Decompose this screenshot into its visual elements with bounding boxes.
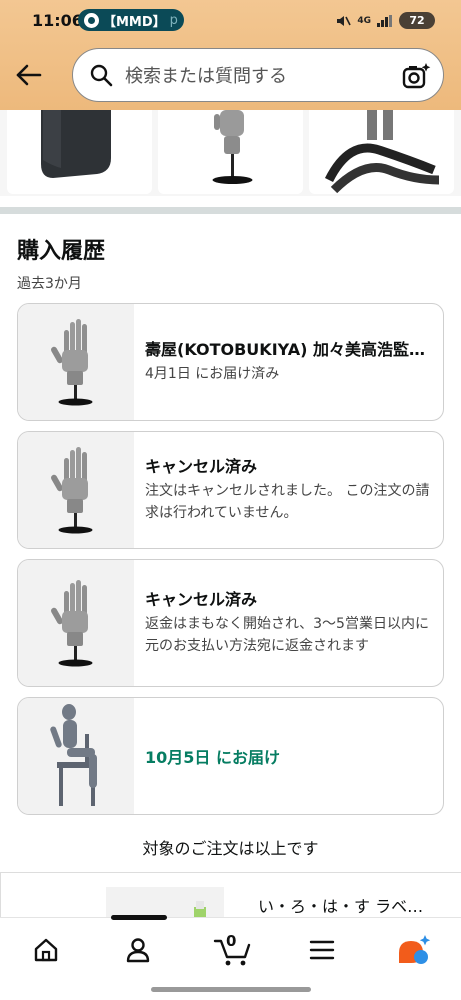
camera-search-icon[interactable]: [401, 61, 431, 91]
system-home-indicator[interactable]: [151, 987, 311, 992]
order-thumbnail: [18, 560, 134, 686]
order-status: 注文はキャンセルされました。 この注文の請求は行われていません。: [145, 483, 430, 521]
order-card[interactable]: 壽屋(KOTOBUKIYA) 加々美高浩監修 アーティザン… 4月1日 にお届け…: [17, 303, 444, 421]
order-title: 壽屋(KOTOBUKIYA) 加々美高浩監修 アーティザン…: [145, 340, 431, 359]
order-delivery-date: 10月5日 にお届け: [145, 748, 280, 767]
nav-ai-assistant[interactable]: [394, 930, 434, 970]
status-icons: 4G 72: [335, 12, 435, 29]
seated-figure-on-chair-image: [50, 704, 97, 806]
wooden-hand-figure-image: [51, 319, 93, 406]
product-card-hand-figure[interactable]: [158, 110, 303, 194]
nav-home[interactable]: [26, 930, 66, 970]
arrow-left-icon: [16, 64, 42, 86]
order-info: キャンセル済み 返金はまもなく開始され、3〜5営業日以内に元のお支払い方法宛に返…: [145, 560, 431, 686]
battery-level: 72: [409, 14, 425, 27]
order-status: 返金はまもなく開始され、3〜5営業日以内に元のお支払い方法宛に返金されます: [145, 616, 429, 654]
notification-pill[interactable]: 【MMD】 p: [78, 9, 184, 31]
speaker-image: [41, 110, 111, 178]
order-status: 4月1日 にお届け済み: [145, 366, 280, 382]
order-info: 壽屋(KOTOBUKIYA) 加々美高浩監修 アーティザン… 4月1日 にお届け…: [145, 304, 431, 420]
order-list-end-text: 対象のご注文は以上です: [142, 839, 319, 858]
network-label: 4G: [357, 15, 371, 26]
section-divider: [0, 207, 461, 214]
wooden-hand-figure-image: [51, 447, 93, 534]
order-card[interactable]: キャンセル済み 返金はまもなく開始され、3〜5営業日以内に元のお支払い方法宛に返…: [17, 559, 444, 687]
nav-cart[interactable]: 0: [210, 930, 256, 970]
product-card-speaker[interactable]: [7, 110, 152, 194]
cart-count: 0: [226, 932, 237, 950]
order-info: 10月5日 にお届け: [145, 698, 431, 814]
notification-app-icon: [84, 12, 99, 28]
recommendation-card[interactable]: い・ろ・は・す ラベ…: [0, 872, 461, 923]
order-card[interactable]: 10月5日 にお届け: [17, 697, 444, 815]
nav-menu[interactable]: [302, 930, 342, 970]
product-card-cable[interactable]: [309, 110, 454, 194]
order-thumbnail: [18, 432, 134, 548]
app-header: 11:06 【MMD】 p 4G 72: [0, 0, 461, 110]
signal-icon: [377, 14, 392, 27]
notification-more: p: [169, 12, 178, 28]
order-thumbnail: [18, 698, 134, 814]
product-strip: [0, 110, 461, 196]
search-input[interactable]: [123, 49, 397, 103]
mute-icon: [337, 15, 352, 26]
nav-active-indicator: [111, 915, 167, 920]
status-bar: 11:06 【MMD】 p 4G 72: [0, 0, 461, 42]
status-time: 11:06: [32, 11, 83, 30]
back-button[interactable]: [14, 60, 44, 90]
ai-assistant-icon: [399, 935, 431, 964]
menu-icon: [309, 940, 335, 960]
search-icon: [90, 64, 113, 87]
order-title: キャンセル済み: [145, 457, 258, 476]
account-icon: [126, 938, 150, 963]
hand-figure-image: [212, 110, 253, 184]
recommendation-title: い・ろ・は・す ラベ…: [258, 897, 424, 916]
order-history-title: 購入履歴: [17, 239, 106, 264]
home-icon: [34, 938, 58, 962]
nav-account[interactable]: [118, 930, 158, 970]
order-info: キャンセル済み 注文はキャンセルされました。 この注文の請求は行われていません。: [145, 432, 431, 548]
cable-image: [324, 110, 440, 194]
bottom-navigation: 0: [0, 915, 461, 1000]
search-bar[interactable]: [72, 48, 444, 103]
notification-label: 【MMD】: [103, 14, 166, 30]
order-thumbnail: [18, 304, 134, 420]
wooden-hand-figure-image: [51, 580, 93, 667]
order-title: キャンセル済み: [145, 590, 258, 609]
order-history-subtitle: 過去3か月: [17, 276, 82, 292]
battery-icon: 72: [399, 12, 435, 29]
order-card[interactable]: キャンセル済み 注文はキャンセルされました。 この注文の請求は行われていません。: [17, 431, 444, 549]
